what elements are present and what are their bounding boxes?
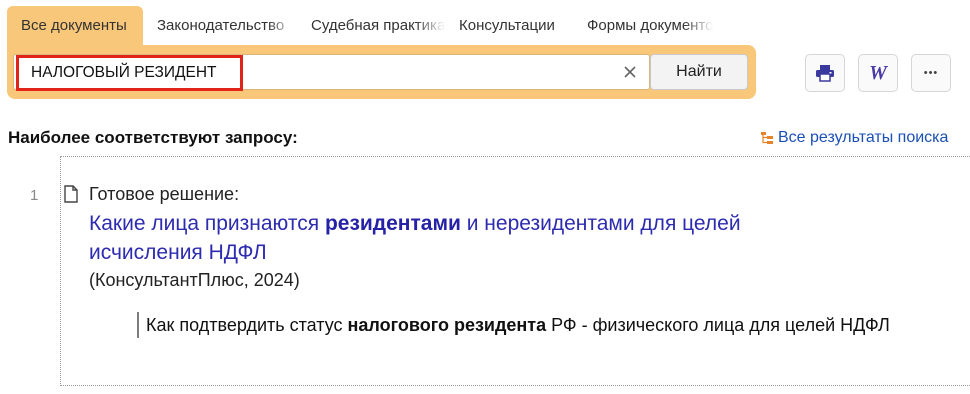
all-results-link[interactable]: Все результаты поиска <box>760 129 948 147</box>
snippet-highlight: налогового резидента <box>347 315 547 335</box>
tab-label: Законодательство <box>157 17 285 34</box>
tab-label: Все документы <box>21 17 127 34</box>
result-title-link[interactable]: Какие лица признаются резидентами и нере… <box>89 209 849 267</box>
result-title-text: Какие лица признаются <box>89 212 325 235</box>
tree-list-icon <box>761 132 773 144</box>
tab-consultations[interactable]: Консультации <box>445 6 573 45</box>
result-number: 1 <box>30 187 39 204</box>
tab-court-practice[interactable]: Судебная практика <box>297 6 445 45</box>
document-icon <box>64 185 78 203</box>
results-heading: Наиболее соответствуют запросу: <box>8 128 298 147</box>
all-results-label: Все результаты поиска <box>778 129 949 146</box>
search-input[interactable]: НАЛОГОВЫЙ РЕЗИДЕНТ <box>13 54 650 91</box>
result-title-highlight: резидентами <box>324 212 461 235</box>
tab-label: Консультации <box>459 17 555 34</box>
search-query[interactable]: НАЛОГОВЫЙ РЕЗИДЕНТ <box>16 55 243 91</box>
print-button[interactable] <box>805 54 845 92</box>
search-bar: НАЛОГОВЫЙ РЕЗИДЕНТ Найти <box>7 45 756 99</box>
tab-label: Судебная практика <box>311 17 445 34</box>
find-button-label: Найти <box>676 63 722 80</box>
result-source: (КонсультантПлюс, 2024) <box>89 270 300 290</box>
find-button[interactable]: Найти <box>650 54 748 90</box>
clear-search-button[interactable] <box>619 61 641 83</box>
word-icon: W <box>869 61 887 84</box>
result-type: Готовое решение: <box>89 184 240 204</box>
document-type-tabs: Все документы Законодательство Судебная … <box>7 6 713 45</box>
tab-document-forms[interactable]: Формы документов <box>573 6 713 45</box>
tab-label: Формы документов <box>587 17 713 34</box>
more-options-button[interactable]: ••• <box>911 54 951 92</box>
tab-legislation[interactable]: Законодательство <box>143 6 297 45</box>
export-word-button[interactable]: W <box>858 54 898 92</box>
close-icon <box>624 66 636 78</box>
printer-icon <box>816 65 834 82</box>
snippet-text: Как подтвердить статус <box>146 315 348 335</box>
snippet-text: РФ - физического лица для целей НДФЛ <box>546 315 890 335</box>
result-snippet[interactable]: Как подтвердить статус налогового резиде… <box>137 312 897 338</box>
more-icon: ••• <box>923 67 939 79</box>
tab-all-documents[interactable]: Все документы <box>7 6 143 45</box>
